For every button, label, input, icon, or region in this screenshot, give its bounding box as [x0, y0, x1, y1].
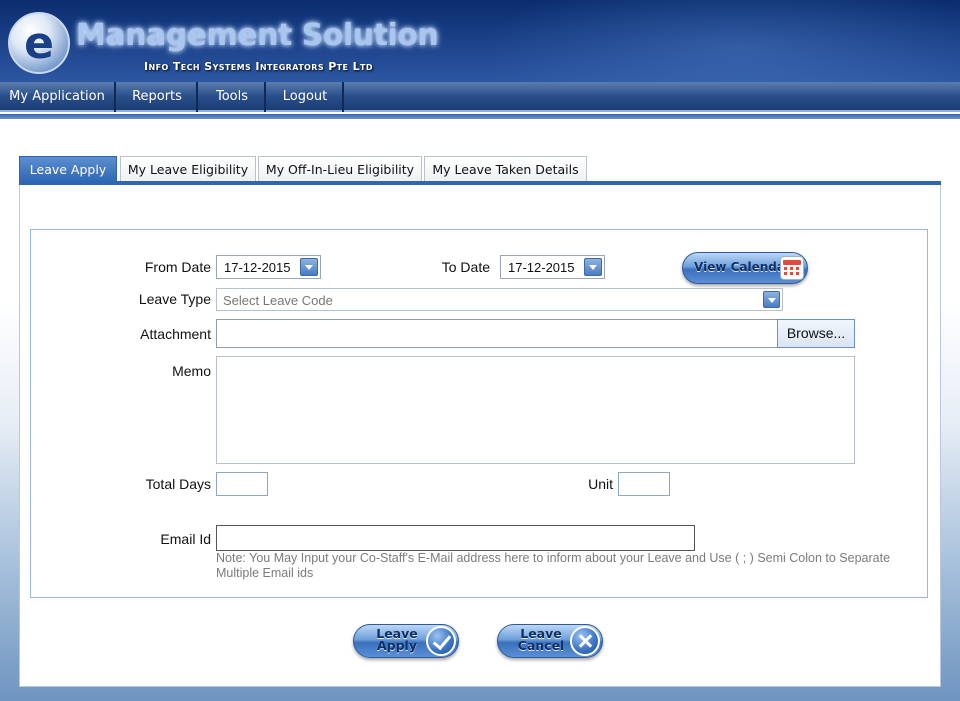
- leave-type-select[interactable]: Select Leave Code: [216, 288, 783, 311]
- app-logo: e: [8, 12, 70, 74]
- memo-textarea[interactable]: [216, 356, 855, 464]
- tab-my-off-in-lieu-eligibility[interactable]: My Off-In-Lieu Eligibility: [258, 156, 422, 182]
- leave-apply-label: Leave Apply: [368, 627, 426, 653]
- logo-letter: e: [24, 18, 54, 69]
- email-note: Note: You May Input your Co-Staff's E-Ma…: [216, 551, 891, 580]
- leave-type-placeholder: Select Leave Code: [223, 293, 333, 308]
- tab-my-leave-taken-details[interactable]: My Leave Taken Details: [424, 156, 587, 182]
- leave-cancel-line2: Cancel: [517, 638, 565, 653]
- app-header: e Management Solution Info Tech Systems …: [0, 0, 960, 82]
- menu-item-reports[interactable]: Reports: [118, 82, 198, 112]
- email-id-input[interactable]: [216, 525, 695, 551]
- to-date-value: 17-12-2015: [508, 260, 575, 275]
- close-icon: [570, 626, 600, 656]
- total-days-input[interactable]: [216, 472, 268, 496]
- chevron-down-icon[interactable]: [584, 258, 602, 276]
- unit-input[interactable]: [618, 472, 670, 496]
- from-date-picker[interactable]: 17-12-2015: [216, 255, 321, 279]
- attachment-file-field[interactable]: [216, 319, 778, 348]
- total-days-label: Total Days: [145, 476, 211, 492]
- from-date-label: From Date: [144, 259, 211, 275]
- to-date-label: To Date: [441, 259, 490, 275]
- menu-item-tools[interactable]: Tools: [200, 82, 266, 112]
- check-icon: [426, 626, 456, 656]
- view-calendar-label: View Calendar: [694, 260, 791, 274]
- chevron-down-icon[interactable]: [763, 291, 780, 308]
- leave-cancel-button[interactable]: Leave Cancel: [497, 624, 603, 658]
- leave-cancel-label: Leave Cancel: [512, 627, 570, 653]
- menu-item-logout[interactable]: Logout: [268, 82, 344, 112]
- unit-label: Unit: [588, 476, 613, 492]
- email-id-label: Email Id: [160, 531, 211, 547]
- to-date-picker[interactable]: 17-12-2015: [500, 255, 605, 279]
- from-date-value: 17-12-2015: [224, 260, 291, 275]
- calendar-icon: [780, 256, 804, 280]
- tab-underline: [19, 181, 941, 185]
- attachment-label: Attachment: [140, 326, 211, 342]
- app-title: Management Solution: [76, 18, 439, 53]
- menu-item-my-application[interactable]: My Application: [0, 82, 116, 112]
- browse-button[interactable]: Browse...: [777, 319, 855, 348]
- memo-label: Memo: [172, 363, 211, 379]
- tab-leave-apply[interactable]: Leave Apply: [19, 156, 117, 182]
- leave-apply-line2: Apply: [376, 638, 417, 653]
- app-subtitle: Info Tech Systems Integrators Pte Ltd: [144, 60, 373, 73]
- tab-my-leave-eligibility[interactable]: My Leave Eligibility: [120, 156, 256, 182]
- view-calendar-button[interactable]: View Calendar: [682, 252, 808, 284]
- main-menu-bar: My Application Reports Tools Logout: [0, 82, 960, 119]
- chevron-down-icon[interactable]: [300, 258, 318, 276]
- leave-apply-button[interactable]: Leave Apply: [353, 624, 459, 658]
- leave-type-label: Leave Type: [138, 291, 211, 307]
